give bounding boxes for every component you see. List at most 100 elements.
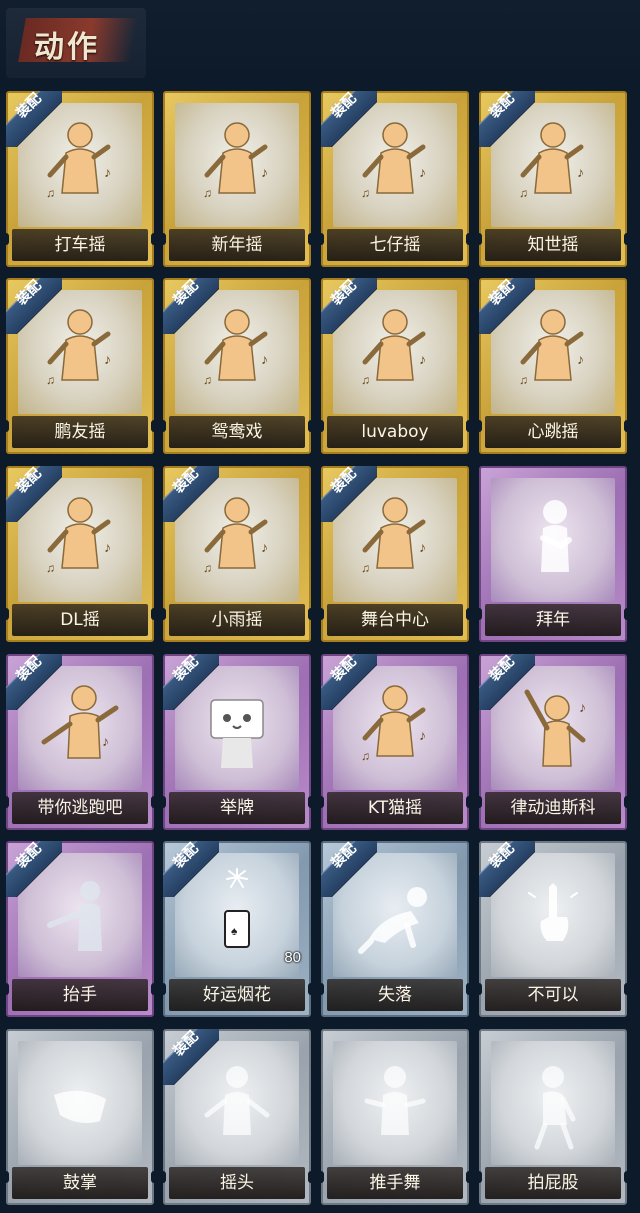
svg-text:♫: ♫: [361, 373, 370, 387]
frame-notch: [466, 608, 472, 620]
emote-name: 推手舞: [369, 1173, 421, 1193]
emote-card[interactable]: 不可以 装配: [476, 841, 630, 1017]
equipped-badge: 装配: [6, 654, 62, 710]
frame-notch: [624, 1171, 630, 1183]
emote-card[interactable]: ♪ ♫ luvaboy 装配: [318, 278, 472, 454]
frame-notch: [160, 983, 166, 995]
frame-notch: [466, 796, 472, 808]
svg-text:♪: ♪: [261, 164, 268, 180]
emote-card[interactable]: ♪ ♫ 鸳鸯戏 装配: [160, 278, 314, 454]
frame-notch: [308, 608, 314, 620]
emote-card[interactable]: 鼓掌: [3, 1029, 157, 1205]
svg-text:♫: ♫: [361, 561, 370, 575]
emote-card[interactable]: ♪ 律动迪斯科 装配: [476, 654, 630, 830]
page-title: 动作: [34, 30, 100, 65]
frame-notch: [624, 796, 630, 808]
emote-card[interactable]: 摇头 装配: [160, 1029, 314, 1205]
equipped-badge: 装配: [163, 1029, 219, 1085]
push-hands-icon: [355, 1055, 435, 1151]
equipped-badge: 装配: [321, 466, 377, 522]
emote-card[interactable]: 拜年: [476, 466, 630, 642]
emote-card[interactable]: ♪ ♫ 知世摇 装配: [476, 91, 630, 267]
bow-icon: [513, 492, 593, 588]
emote-card[interactable]: ♪ ♫ 鹏友摇 装配: [3, 278, 157, 454]
equipped-badge: 装配: [321, 654, 377, 710]
svg-text:♪: ♪: [577, 351, 584, 367]
emote-name: 舞台中心: [361, 610, 429, 630]
clap-icon: [40, 1055, 120, 1151]
emote-card[interactable]: ♪ ♫ 七仔摇 装配: [318, 91, 472, 267]
svg-text:♪: ♪: [579, 699, 586, 715]
emote-name: KT猫摇: [367, 798, 423, 818]
emote-card[interactable]: 拍屁股: [476, 1029, 630, 1205]
frame-notch: [466, 1171, 472, 1183]
svg-text:♫: ♫: [203, 186, 212, 200]
emote-card[interactable]: 失落 装配: [318, 841, 472, 1017]
emote-card[interactable]: ♪ ♫ 新年摇: [160, 91, 314, 267]
svg-text:♫: ♫: [519, 186, 528, 200]
equipped-badge: 装配: [479, 841, 535, 897]
emote-name: 律动迪斯科: [510, 798, 596, 818]
emote-name: 带你逃跑吧: [37, 798, 123, 818]
frame-notch: [160, 796, 166, 808]
equipped-badge: 装配: [6, 466, 62, 522]
equipped-badge: 装配: [479, 278, 535, 334]
item-count: 80: [284, 949, 301, 966]
emote-card[interactable]: 推手舞: [318, 1029, 472, 1205]
equipped-badge: 装配: [321, 91, 377, 147]
frame-notch: [624, 233, 630, 245]
frame-notch: [151, 420, 157, 432]
emote-card[interactable]: ♠ 好运烟花 80 装配: [160, 841, 314, 1017]
svg-text:♪: ♪: [419, 164, 426, 180]
emote-card[interactable]: ♪ ♫ 心跳摇 装配: [476, 278, 630, 454]
header: 动作: [0, 0, 640, 84]
emote-name: 不可以: [527, 985, 579, 1005]
emote-name: 小雨摇: [211, 610, 263, 630]
emote-name: 好运烟花: [203, 985, 271, 1005]
svg-text:♫: ♫: [46, 186, 55, 200]
frame-notch: [624, 608, 630, 620]
frame-notch: [318, 608, 324, 620]
frame-notch: [151, 796, 157, 808]
dancer-icon: ♪ ♫: [197, 117, 277, 213]
frame-notch: [308, 983, 314, 995]
emote-name: 新年摇: [211, 235, 263, 255]
emote-name: DL摇: [60, 610, 100, 630]
emote-card[interactable]: ♪ ♫ 小雨摇 装配: [160, 466, 314, 642]
emote-card[interactable]: ♪ ♫ KT猫摇 装配: [318, 654, 472, 830]
frame-notch: [624, 420, 630, 432]
frame-notch: [160, 233, 166, 245]
svg-text:♫: ♫: [203, 373, 212, 387]
emote-name: 鹏友摇: [54, 422, 106, 442]
equipped-badge: 装配: [163, 466, 219, 522]
svg-text:♪: ♪: [419, 351, 426, 367]
svg-text:♪: ♪: [261, 351, 268, 367]
equipped-badge: 装配: [479, 91, 535, 147]
emote-name: 抬手: [63, 985, 97, 1005]
frame-notch: [318, 233, 324, 245]
frame-notch: [466, 983, 472, 995]
emote-card[interactable]: ♪ ♫ 打车摇 装配: [3, 91, 157, 267]
emote-name: 鼓掌: [63, 1173, 97, 1193]
svg-text:♠: ♠: [231, 924, 238, 938]
frame-notch: [476, 983, 482, 995]
emote-card[interactable]: 抬手 装配: [3, 841, 157, 1017]
frame-notch: [151, 1171, 157, 1183]
frame-notch: [308, 233, 314, 245]
frame-notch: [308, 1171, 314, 1183]
svg-text:♪: ♪: [419, 727, 426, 743]
emote-card[interactable]: ♪ 带你逃跑吧 装配: [3, 654, 157, 830]
frame-notch: [3, 796, 9, 808]
svg-text:♫: ♫: [361, 186, 370, 200]
frame-notch: [466, 233, 472, 245]
equipped-badge: 装配: [321, 841, 377, 897]
equipped-badge: 装配: [6, 91, 62, 147]
svg-text:♪: ♪: [102, 733, 109, 749]
emote-card[interactable]: 举牌 装配: [160, 654, 314, 830]
emote-card[interactable]: ♪ ♫ DL摇 装配: [3, 466, 157, 642]
emote-name: 鸳鸯戏: [211, 422, 263, 442]
emote-name: 失落: [378, 985, 412, 1005]
equipped-badge: 装配: [163, 278, 219, 334]
emote-card[interactable]: ♪ ♫ 舞台中心 装配: [318, 466, 472, 642]
emote-name: 心跳摇: [527, 422, 579, 442]
